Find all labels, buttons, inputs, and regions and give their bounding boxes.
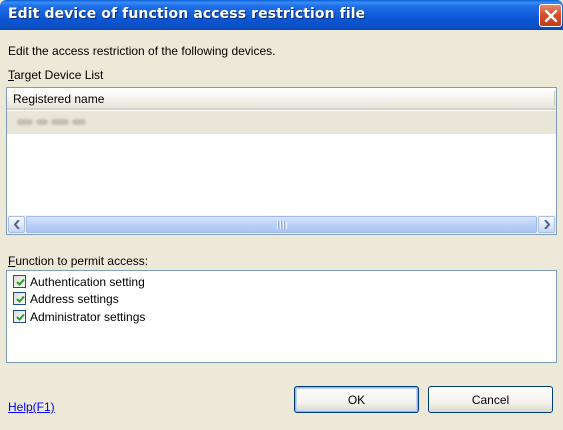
function-item-address[interactable]: Address settings xyxy=(13,290,119,307)
checkbox-authentication[interactable] xyxy=(13,275,26,288)
function-label-rest: unction to permit access: xyxy=(15,254,149,268)
list-header: Registered name xyxy=(7,88,556,110)
instruction-text: Edit the access restriction of the follo… xyxy=(8,44,276,58)
function-item-administrator[interactable]: Administrator settings xyxy=(13,308,145,325)
checkmark-icon xyxy=(16,295,25,303)
function-permit-list[interactable]: Authentication setting Address settings … xyxy=(6,270,557,363)
checkbox-administrator[interactable] xyxy=(13,310,26,323)
scroll-thumb[interactable] xyxy=(26,216,537,233)
arrow-left-icon xyxy=(14,220,20,229)
redacted-device-name xyxy=(17,117,93,127)
window-title: Edit device of function access restricti… xyxy=(8,6,366,22)
function-label-administrator: Administrator settings xyxy=(30,309,146,324)
horizontal-scrollbar[interactable] xyxy=(7,215,556,234)
target-device-list[interactable]: Registered name xyxy=(6,87,557,235)
checkmark-icon xyxy=(16,313,25,321)
function-permit-label: Function to permit access: xyxy=(8,254,148,268)
scroll-right-button[interactable] xyxy=(538,216,555,233)
checkbox-address[interactable] xyxy=(13,292,26,305)
target-label-rest: arget Device List xyxy=(14,68,104,82)
checkmark-icon xyxy=(16,278,25,286)
close-button[interactable] xyxy=(539,4,562,27)
arrow-right-icon xyxy=(544,220,550,229)
close-icon xyxy=(544,9,558,23)
target-device-list-label: Target Device List xyxy=(8,68,103,82)
function-label-authentication: Authentication setting xyxy=(30,274,145,289)
dialog-window: Edit device of function access restricti… xyxy=(0,0,563,430)
title-bar[interactable]: Edit device of function access restricti… xyxy=(0,0,563,30)
scroll-left-button[interactable] xyxy=(8,216,25,233)
grip-icon xyxy=(277,221,287,229)
function-label-address: Address settings xyxy=(30,291,119,306)
device-row-selected[interactable] xyxy=(7,111,556,134)
ok-button[interactable]: OK xyxy=(294,386,419,413)
help-link[interactable]: Help(F1) xyxy=(8,400,55,414)
cancel-button[interactable]: Cancel xyxy=(428,386,553,413)
function-item-authentication[interactable]: Authentication setting xyxy=(13,273,145,290)
dialog-body: Edit the access restriction of the follo… xyxy=(0,30,563,430)
column-separator[interactable] xyxy=(554,91,555,106)
column-header-registered-name[interactable]: Registered name xyxy=(13,92,104,106)
